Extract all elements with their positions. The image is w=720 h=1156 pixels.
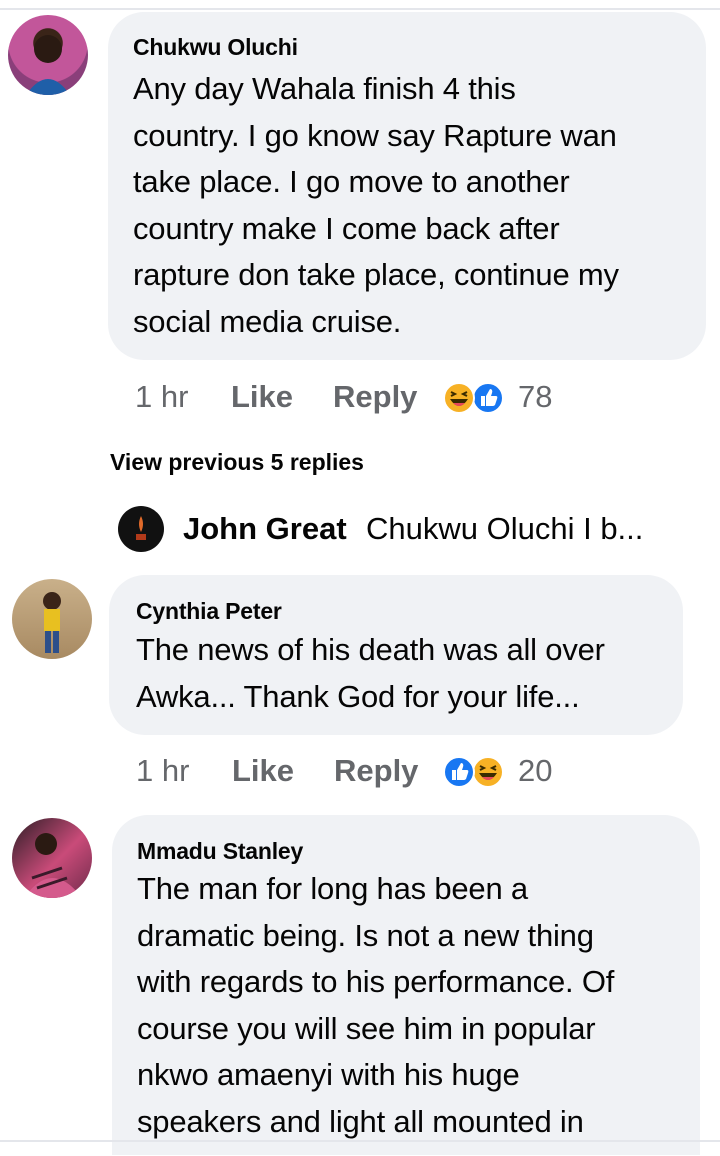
comment-author[interactable]: Chukwu Oluchi bbox=[133, 34, 298, 61]
bottom-divider bbox=[0, 1140, 720, 1142]
avatar[interactable] bbox=[118, 506, 164, 552]
avatar-photo bbox=[26, 35, 70, 95]
avatar[interactable] bbox=[8, 15, 88, 95]
avatar[interactable] bbox=[12, 579, 92, 659]
like-icon bbox=[443, 756, 475, 788]
like-icon bbox=[472, 382, 504, 414]
avatar[interactable] bbox=[12, 818, 92, 898]
reaction-count[interactable]: 20 bbox=[518, 753, 552, 789]
comment-line: The man for long has been a bbox=[137, 871, 528, 906]
reply-button[interactable]: Reply bbox=[333, 379, 417, 415]
like-button[interactable]: Like bbox=[231, 379, 293, 415]
comment-line: Any day Wahala finish 4 this bbox=[133, 71, 516, 106]
comment-line: with regards to his performance. Of bbox=[137, 964, 615, 999]
comment-line: country make I come back after bbox=[133, 210, 560, 246]
top-divider bbox=[0, 8, 720, 10]
comment-text: The man for long has been a dramatic bei… bbox=[137, 866, 614, 1145]
comment-line: nkwo amaenyi with his huge bbox=[137, 1057, 520, 1092]
comment-author[interactable]: Cynthia Peter bbox=[136, 598, 282, 625]
avatar-photo bbox=[24, 833, 82, 898]
comment-line: The news of his death was all over bbox=[136, 632, 605, 667]
comment-line: Awka... Thank God for your life... bbox=[136, 678, 580, 714]
view-previous-replies-link[interactable]: View previous 5 replies bbox=[110, 449, 364, 476]
reaction-icons[interactable] bbox=[442, 755, 508, 789]
comment-line: speakers and light all mounted in bbox=[137, 1103, 584, 1139]
comment-line: rapture don take place, continue my bbox=[133, 257, 619, 292]
comment-text: The news of his death was all over Awka.… bbox=[136, 627, 605, 720]
comment-line: take place. I go move to another bbox=[133, 164, 570, 199]
comment-line: social media cruise. bbox=[133, 303, 402, 339]
comments-screen: Chukwu Oluchi Any day Wahala finish 4 th… bbox=[0, 0, 720, 1156]
reaction-count[interactable]: 78 bbox=[518, 379, 552, 415]
reply-button[interactable]: Reply bbox=[334, 753, 418, 789]
avatar-photo bbox=[43, 592, 61, 653]
comment-line: course you will see him in popular bbox=[137, 1010, 596, 1046]
comment-timestamp: 1 hr bbox=[135, 379, 189, 414]
reaction-icons[interactable] bbox=[442, 381, 508, 415]
haha-icon bbox=[472, 756, 504, 788]
comment-text: Any day Wahala finish 4 this country. I … bbox=[133, 66, 619, 345]
reply-snippet[interactable]: Chukwu Oluchi I b... bbox=[366, 511, 643, 547]
haha-icon bbox=[443, 382, 475, 414]
comment-line: dramatic being. Is not a new thing bbox=[137, 917, 594, 953]
reply-author[interactable]: John Great bbox=[183, 511, 347, 547]
comment-line: country. I go know say Rapture wan bbox=[133, 117, 617, 153]
comment-timestamp: 1 hr bbox=[136, 753, 190, 788]
comment-author[interactable]: Mmadu Stanley bbox=[137, 838, 303, 865]
like-button[interactable]: Like bbox=[232, 753, 294, 789]
avatar-photo bbox=[136, 516, 146, 540]
